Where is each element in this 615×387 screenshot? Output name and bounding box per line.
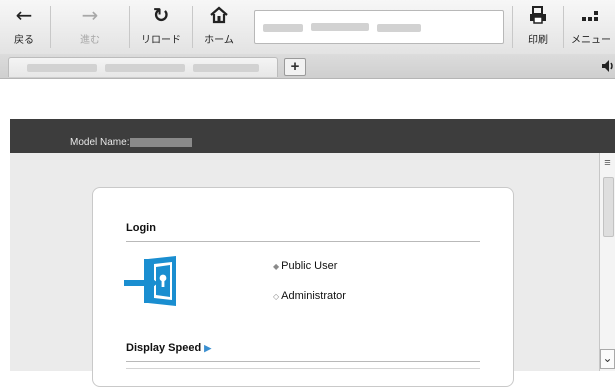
redacted-model-value xyxy=(130,137,193,147)
display-speed-label: Display Speed xyxy=(126,342,202,354)
radio-unselected-icon: ◇ xyxy=(273,292,280,301)
active-tab[interactable] xyxy=(8,57,278,77)
scroll-grip-icon: ≡ xyxy=(604,157,611,169)
home-label: ホーム xyxy=(204,35,234,46)
section-divider xyxy=(126,368,480,369)
login-door-icon xyxy=(124,256,186,306)
display-speed-toggle[interactable]: Display Speed ▶ xyxy=(126,342,211,354)
home-icon xyxy=(209,2,229,28)
forward-button[interactable]: → 進む xyxy=(52,2,128,52)
device-header-bar: Model Name: xyxy=(10,119,615,153)
administrator-option[interactable]: ◇ Administrator xyxy=(273,290,346,302)
login-heading: Login xyxy=(126,222,156,234)
print-label: 印刷 xyxy=(528,35,548,46)
reload-label: リロード xyxy=(141,35,181,46)
radio-selected-icon: ◆ xyxy=(273,262,280,271)
menu-icon xyxy=(581,2,601,28)
expand-arrow-icon: ▶ xyxy=(204,343,212,353)
reload-icon: ↻ xyxy=(152,3,170,27)
back-button[interactable]: ← 戻る xyxy=(0,2,48,52)
model-name-label: Model Name: xyxy=(70,137,130,148)
public-user-option[interactable]: ◆ Public User xyxy=(273,260,337,272)
forward-arrow-icon: → xyxy=(81,3,99,27)
forward-label: 進む xyxy=(80,35,100,46)
reload-button[interactable]: ↻ リロード xyxy=(131,2,191,52)
toolbar-divider xyxy=(512,6,513,48)
address-bar[interactable] xyxy=(254,10,504,44)
tab-strip: + xyxy=(0,54,615,79)
section-divider xyxy=(126,361,480,362)
back-label: 戻る xyxy=(14,35,34,46)
redacted-url-segment xyxy=(377,24,421,32)
toolbar-divider xyxy=(129,6,130,48)
speaker-icon[interactable] xyxy=(600,58,615,74)
menu-label: メニュー xyxy=(571,35,611,46)
scrollbar-thumb[interactable] xyxy=(603,177,614,237)
browser-toolbar: ← 戻る → 進む ↻ リロード ホーム 印刷 メニュー xyxy=(0,0,615,54)
back-arrow-icon: ← xyxy=(15,3,33,27)
menu-button[interactable]: メニュー xyxy=(565,2,615,52)
public-user-label: Public User xyxy=(281,260,338,272)
administrator-label: Administrator xyxy=(281,290,346,302)
heading-divider xyxy=(126,241,480,242)
home-button[interactable]: ホーム xyxy=(194,2,244,52)
print-icon xyxy=(528,2,548,28)
new-tab-button[interactable]: + xyxy=(284,58,306,76)
model-name: Model Name: xyxy=(70,137,193,148)
scroll-down-button[interactable]: ⌄ xyxy=(600,349,615,369)
vertical-scrollbar[interactable]: ≡ ⌄ xyxy=(599,153,615,371)
toolbar-divider xyxy=(192,6,193,48)
redacted-tab-title xyxy=(193,64,259,72)
toolbar-divider xyxy=(50,6,51,48)
toolbar-divider xyxy=(563,6,564,48)
redacted-url-segment xyxy=(311,23,369,31)
print-button[interactable]: 印刷 xyxy=(514,2,562,52)
redacted-url-segment xyxy=(263,24,303,32)
redacted-tab-title xyxy=(27,64,97,72)
redacted-tab-title xyxy=(105,64,185,72)
